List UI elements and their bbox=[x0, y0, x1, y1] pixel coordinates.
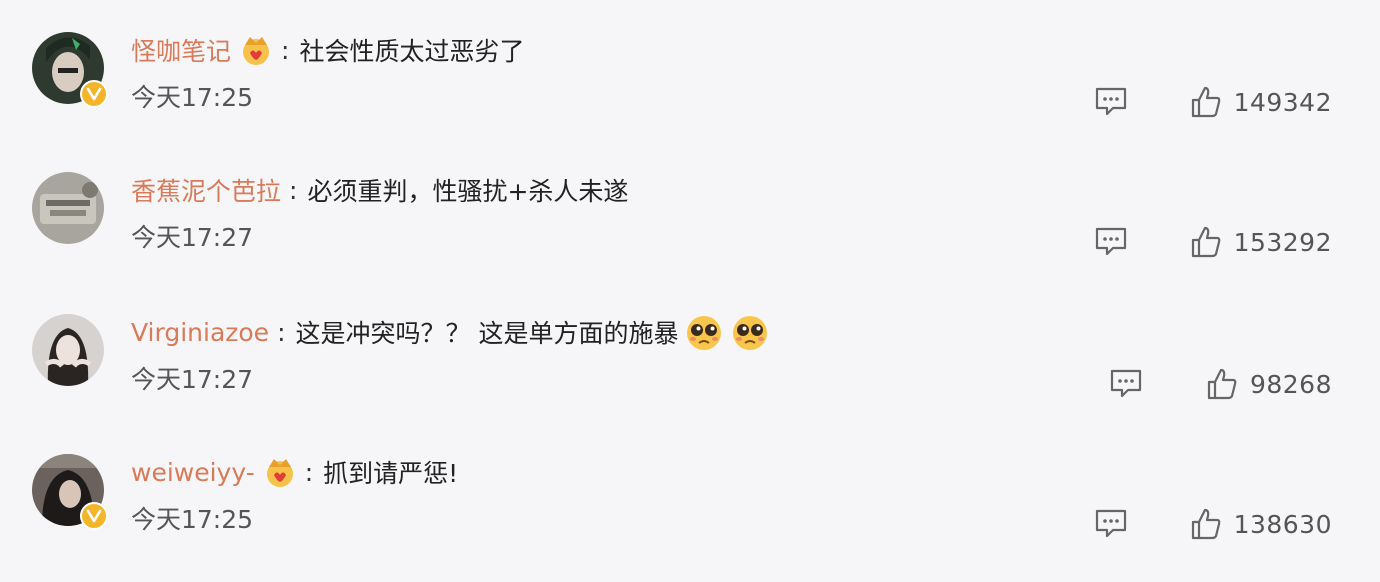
verified-badge-icon bbox=[80, 80, 108, 108]
like-count: 138630 bbox=[1233, 509, 1332, 539]
thumbs-up-icon bbox=[1206, 367, 1238, 401]
timestamp: 今天17:27 bbox=[131, 365, 254, 394]
reply-icon[interactable] bbox=[1094, 86, 1128, 118]
thumbs-up-icon bbox=[1190, 225, 1222, 259]
reply-icon[interactable] bbox=[1094, 226, 1128, 258]
reply-icon[interactable] bbox=[1109, 368, 1143, 400]
like-count: 153292 bbox=[1233, 227, 1332, 257]
username-link[interactable]: 怪咖笔记 bbox=[131, 32, 231, 68]
comment-text: 社会性质太过恶劣了 bbox=[299, 37, 525, 66]
comment-item: weiweiyy- : 抓到请严惩! 今天17:25 138630 bbox=[0, 422, 1380, 562]
thumbs-up-icon bbox=[1190, 85, 1222, 119]
comment-text-line: 香蕉泥个芭拉 : 必须重判，性骚扰+杀人未遂 bbox=[131, 170, 628, 210]
comment-item: 怪咖笔记 : 社会性质太过恶劣了 今天17:25 149342 bbox=[0, 0, 1380, 140]
username-link[interactable]: weiweiyy- bbox=[131, 458, 255, 487]
timestamp: 今天17:25 bbox=[131, 505, 254, 534]
crown-badge-icon bbox=[263, 455, 297, 489]
verified-badge-icon bbox=[80, 502, 108, 530]
separator-colon: : bbox=[304, 457, 314, 487]
separator-colon: : bbox=[277, 317, 286, 347]
reply-icon[interactable] bbox=[1094, 508, 1128, 540]
timestamp: 今天17:27 bbox=[131, 223, 254, 252]
comment-text-line: Virginiazoe : 这是冲突吗？？ 这是单方面的施暴 bbox=[131, 312, 770, 352]
like-count: 98268 bbox=[1249, 369, 1332, 399]
like-button[interactable]: 98268 bbox=[1206, 364, 1332, 404]
crying-face-icon bbox=[684, 312, 724, 352]
username-link[interactable]: 香蕉泥个芭拉 bbox=[131, 172, 281, 208]
avatar[interactable] bbox=[32, 314, 108, 390]
like-button[interactable]: 153292 bbox=[1190, 222, 1332, 262]
crown-badge-icon bbox=[239, 33, 273, 67]
comment-item: 香蕉泥个芭拉 : 必须重判，性骚扰+杀人未遂 今天17:27 153292 bbox=[0, 140, 1380, 280]
like-count: 149342 bbox=[1233, 87, 1332, 117]
comment-text-line: weiweiyy- : 抓到请严惩! bbox=[131, 452, 458, 492]
thumbs-up-icon bbox=[1190, 507, 1222, 541]
comment-text: 这是冲突吗？？ 这是单方面的施暴 bbox=[295, 319, 679, 348]
separator-colon: : bbox=[289, 175, 298, 205]
avatar[interactable] bbox=[32, 32, 108, 108]
crying-face-icon bbox=[730, 312, 770, 352]
avatar[interactable] bbox=[32, 454, 108, 530]
separator-colon: : bbox=[281, 35, 290, 65]
like-button[interactable]: 149342 bbox=[1190, 82, 1332, 122]
comment-item: Virginiazoe : 这是冲突吗？？ 这是单方面的施暴 今天17:27 9… bbox=[0, 282, 1380, 422]
timestamp: 今天17:25 bbox=[131, 83, 254, 112]
comment-text: 抓到请严惩! bbox=[323, 459, 459, 488]
comment-text: 必须重判，性骚扰+杀人未遂 bbox=[307, 177, 629, 206]
like-button[interactable]: 138630 bbox=[1190, 504, 1332, 544]
comment-text-line: 怪咖笔记 : 社会性质太过恶劣了 bbox=[131, 30, 524, 70]
username-link[interactable]: Virginiazoe bbox=[131, 318, 269, 347]
avatar[interactable] bbox=[32, 172, 108, 248]
